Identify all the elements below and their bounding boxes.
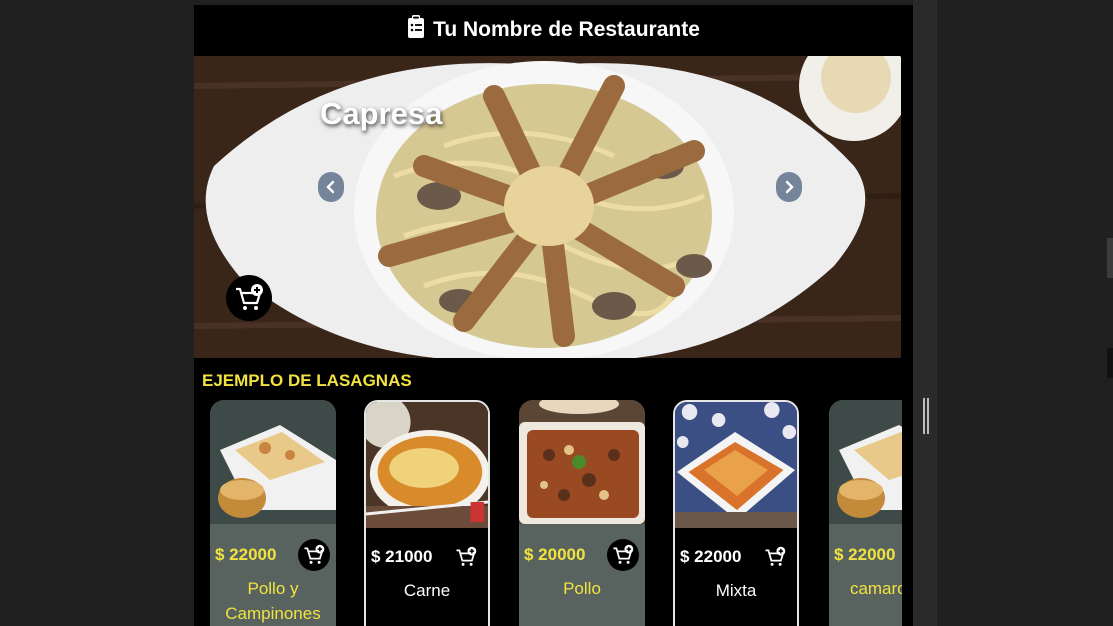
product-image — [829, 400, 902, 524]
product-card[interactable]: $ 21000 Carne — [364, 400, 490, 626]
add-to-cart-button[interactable] — [450, 541, 482, 573]
restaurant-menu-app: Tu Nombre de Restaurante Capresa EJEMPLO… — [194, 5, 913, 626]
section-title: EJEMPLO DE LASAGNAS — [202, 371, 412, 390]
cart-plus-icon — [613, 544, 634, 564]
product-card[interactable]: $ 22000 Mixta — [673, 400, 799, 626]
product-carousel[interactable]: $ 22000 Pollo y Campinones $ 21000 Carne… — [210, 400, 902, 626]
featured-carousel[interactable]: Capresa — [194, 56, 901, 358]
product-name: Carne — [403, 581, 451, 600]
product-image — [675, 402, 797, 528]
edge-panel — [1107, 238, 1113, 278]
cart-plus-icon — [304, 544, 325, 564]
window-gutter — [913, 0, 937, 626]
product-price: $ 22000 — [215, 545, 277, 564]
cart-plus-icon — [456, 546, 477, 566]
clipboard-list-icon — [407, 15, 425, 45]
product-image — [519, 400, 645, 524]
product-name: Pollo — [563, 579, 601, 598]
product-name: camarones — [849, 579, 902, 598]
add-to-cart-button[interactable] — [226, 275, 272, 321]
product-price: $ 20000 — [524, 545, 586, 564]
edge-panel-dark — [1107, 348, 1113, 378]
product-name: Mixta — [715, 581, 757, 600]
product-price: $ 22000 — [680, 547, 742, 566]
cart-plus-icon — [765, 546, 786, 566]
chevron-right-icon — [785, 180, 794, 194]
carousel-prev-button[interactable] — [318, 172, 344, 202]
product-image — [366, 402, 488, 528]
product-card[interactable]: $ 22000 Pollo y Campinones — [210, 400, 336, 626]
chevron-left-icon — [326, 180, 335, 194]
product-name: Pollo y Campinones — [225, 579, 321, 623]
featured-dish-image — [194, 56, 901, 358]
resize-handle[interactable] — [923, 398, 929, 434]
featured-dish-title: Capresa — [320, 96, 443, 131]
cart-plus-icon — [236, 284, 263, 310]
header: Tu Nombre de Restaurante — [194, 5, 913, 55]
restaurant-name: Tu Nombre de Restaurante — [433, 18, 700, 41]
product-price: $ 21000 — [371, 547, 433, 566]
product-card[interactable]: $ 20000 Pollo — [519, 400, 645, 626]
product-price: $ 22000 — [834, 545, 896, 564]
add-to-cart-button[interactable] — [759, 541, 791, 573]
add-to-cart-button[interactable] — [607, 539, 639, 571]
carousel-next-button[interactable] — [776, 172, 802, 202]
product-card[interactable]: $ 22000 camarones — [829, 400, 902, 626]
add-to-cart-button[interactable] — [298, 539, 330, 571]
product-image — [210, 400, 336, 524]
